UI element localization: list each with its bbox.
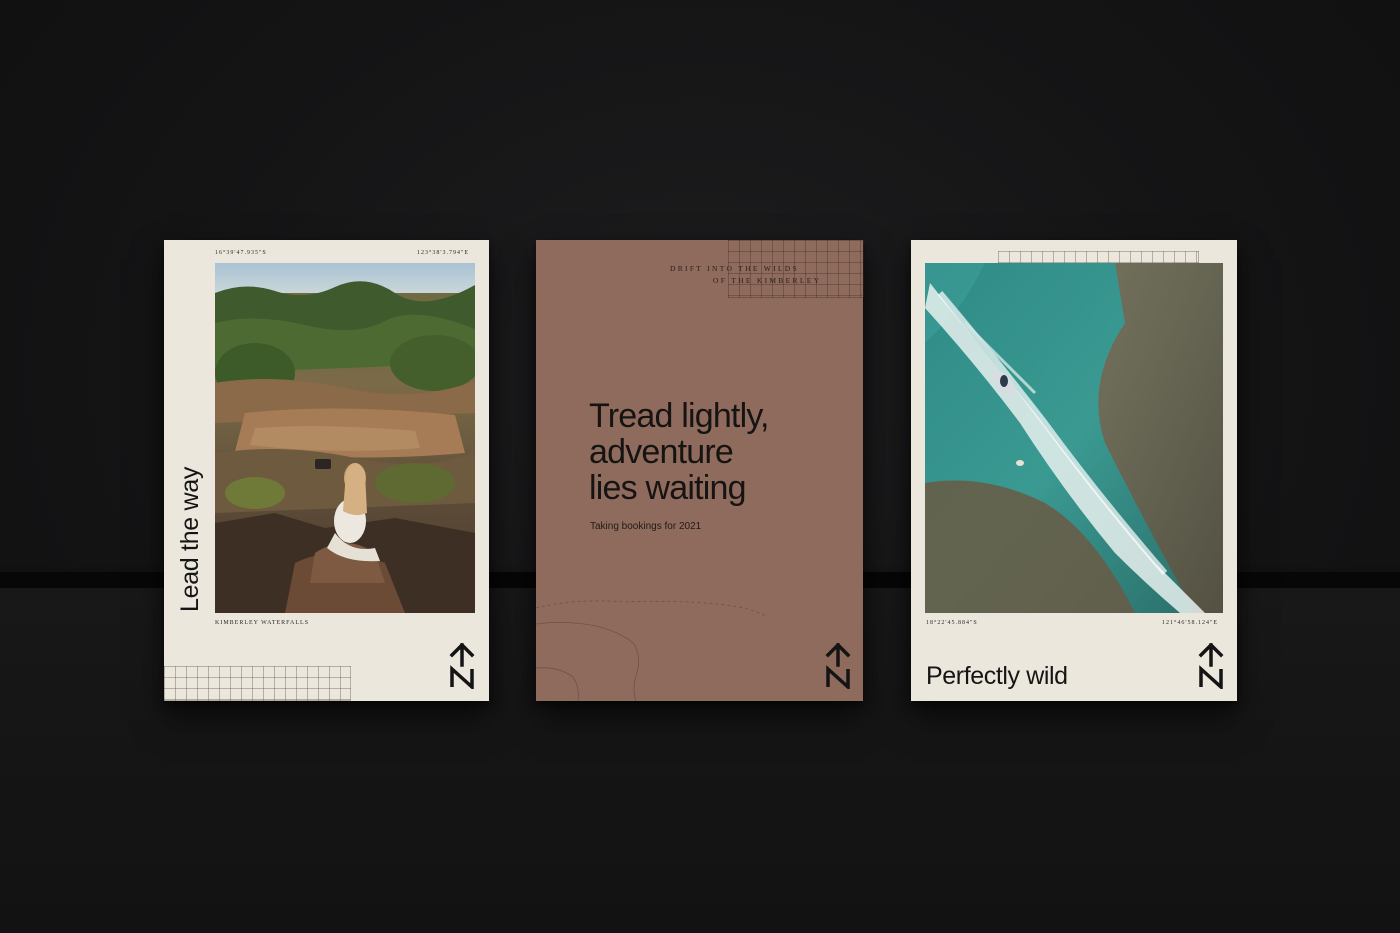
headline-line-1: Tread lightly, bbox=[589, 397, 769, 435]
waterfall-photo-illustration bbox=[215, 263, 475, 613]
waterfall-photo bbox=[215, 263, 475, 613]
north-arrow-n-icon bbox=[825, 643, 851, 689]
surf-aerial-photo-illustration bbox=[925, 263, 1223, 613]
left-photo-caption: KIMBERLEY WATERFALLS bbox=[215, 620, 310, 626]
left-coordinate-longitude: 123°38'3.794"E bbox=[417, 250, 470, 256]
tread-lightly-headline: Tread lightly, adventure lies waiting bbox=[589, 398, 849, 506]
left-coordinate-latitude: 16°39'47.935"S bbox=[215, 250, 267, 256]
middle-tagline-line1: DRIFT INTO THE WILDS bbox=[670, 264, 799, 273]
topographic-contour-lines bbox=[536, 600, 767, 701]
perfectly-wild-title: Perfectly wild bbox=[926, 662, 1068, 690]
right-coordinate-longitude: 121°46'58.124"E bbox=[1162, 620, 1219, 626]
headline-line-2: adventure bbox=[589, 433, 734, 471]
bookings-subline: Taking bookings for 2021 bbox=[590, 521, 702, 532]
north-arrow-n-icon bbox=[449, 643, 475, 689]
lead-the-way-title: Lead the way bbox=[176, 466, 204, 612]
north-arrow-n-icon bbox=[1198, 643, 1224, 689]
right-coordinate-latitude: 18°22'45.884"S bbox=[926, 620, 978, 626]
middle-tagline-line2: OF THE KIMBERLEY bbox=[713, 276, 822, 285]
surf-aerial-photo bbox=[925, 263, 1223, 613]
headline-line-3: lies waiting bbox=[589, 469, 747, 507]
left-grid-pattern bbox=[164, 666, 351, 701]
